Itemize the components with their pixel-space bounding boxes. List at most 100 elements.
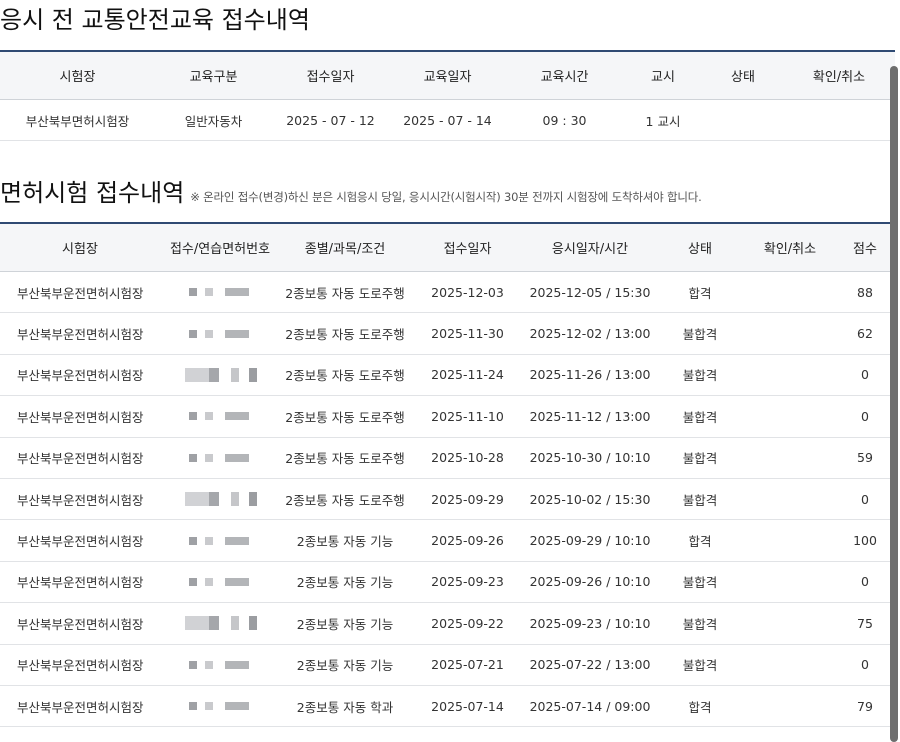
exam-section-title: 면허시험 접수내역 — [0, 179, 185, 207]
cell-status: 불합격 — [655, 354, 745, 397]
cell-score: 59 — [835, 437, 895, 479]
cell-venue: 부산북부운전면허시험장 — [0, 644, 160, 686]
column-header-apply-date: 접수일자 — [410, 222, 525, 272]
cell-confirm-cancel — [745, 312, 835, 355]
cell-exam-datetime: 2025-12-02 / 13:00 — [525, 312, 655, 355]
cell-exam-datetime: 2025-10-30 / 10:10 — [525, 437, 655, 479]
cell-apply-date: 2025-10-28 — [410, 437, 525, 479]
table-row: 부산북부운전면허시험장 2종보통 자동 기능 2025-09-23 2025-09-2… — [0, 561, 895, 604]
exam-table-body: 부산북부운전면허시험장 2종보통 자동 도로주행 2025-12-03 2025-12… — [0, 271, 895, 728]
cell-apply-date: 2025-11-30 — [410, 312, 525, 355]
cell-venue: 부산북부면허시험장 — [0, 99, 155, 141]
cell-status: 불합격 — [655, 437, 745, 479]
vertical-scrollbar[interactable] — [890, 66, 898, 742]
column-header-confirm-cancel: 확인/취소 — [783, 50, 895, 100]
cell-score: 62 — [835, 312, 895, 355]
cell-venue: 부산북부운전면허시험장 — [0, 561, 160, 604]
cell-confirm-cancel — [745, 602, 835, 645]
table-row: 부산북부운전면허시험장 2종보통 자동 기능 2025-09-26 2025-09-2… — [0, 519, 895, 562]
cell-score: 100 — [835, 519, 895, 562]
column-header-exam-datetime: 응시일자/시간 — [525, 222, 655, 272]
cell-confirm-cancel — [745, 354, 835, 397]
cell-apply-date: 2025-11-24 — [410, 354, 525, 397]
cell-category: 2종보통 자동 도로주행 — [280, 271, 410, 314]
column-header-edu-time: 교육시간 — [506, 50, 623, 100]
redacted-license-number — [179, 613, 261, 634]
cell-category: 2종보통 자동 기능 — [280, 644, 410, 686]
cell-status: 합격 — [655, 519, 745, 562]
redacted-license-number — [179, 654, 261, 675]
cell-confirm-cancel — [745, 395, 835, 438]
column-header-edu-type: 교육구분 — [155, 50, 272, 100]
cell-category: 2종보통 자동 도로주행 — [280, 354, 410, 397]
column-header-score: 점수 — [835, 222, 895, 272]
column-header-venue: 시험장 — [0, 222, 160, 272]
column-header-category: 종별/과목/조건 — [280, 222, 410, 272]
cell-score: 0 — [835, 644, 895, 686]
redacted-license-number — [179, 530, 261, 551]
cell-category: 2종보통 자동 기능 — [280, 602, 410, 645]
cell-venue: 부산북부운전면허시험장 — [0, 354, 160, 397]
cell-apply-date: 2025-09-26 — [410, 519, 525, 562]
cell-score: 0 — [835, 354, 895, 397]
column-header-edu-date: 교육일자 — [389, 50, 506, 100]
cell-confirm-cancel — [745, 437, 835, 479]
cell-confirm-cancel — [745, 519, 835, 562]
cell-venue: 부산북부운전면허시험장 — [0, 519, 160, 562]
cell-license-number — [160, 644, 280, 686]
cell-venue: 부산북부운전면허시험장 — [0, 685, 160, 728]
cell-exam-datetime: 2025-12-05 / 15:30 — [525, 271, 655, 314]
column-header-status: 상태 — [655, 222, 745, 272]
cell-license-number — [160, 685, 280, 728]
redacted-license-number — [179, 323, 261, 344]
cell-license-number — [160, 519, 280, 562]
table-row: 부산북부면허시험장 일반자동차 2025 - 07 - 12 2025 - 07 - … — [0, 99, 895, 141]
cell-exam-datetime: 2025-09-23 / 10:10 — [525, 602, 655, 645]
column-header-license-number: 접수/연습면허번호 — [160, 222, 280, 272]
cell-category: 2종보통 자동 기능 — [280, 519, 410, 562]
cell-category: 2종보통 자동 학과 — [280, 685, 410, 728]
cell-venue: 부산북부운전면허시험장 — [0, 312, 160, 355]
column-header-period: 교시 — [623, 50, 703, 100]
cell-confirm-cancel — [745, 644, 835, 686]
cell-category: 2종보통 자동 기능 — [280, 561, 410, 604]
exam-section-heading: 면허시험 접수내역 ※ 온라인 접수(변경)하신 분은 시험응시 당일, 응시시간… — [0, 181, 702, 205]
table-row: 부산북부운전면허시험장 2종보통 자동 기능 2025-07-21 2025-07-2… — [0, 644, 895, 686]
cell-apply-date: 2025-07-14 — [410, 685, 525, 728]
column-header-apply-date: 접수일자 — [272, 50, 389, 100]
cell-confirm-cancel — [745, 685, 835, 728]
redacted-license-number — [179, 696, 261, 717]
redacted-license-number — [179, 282, 261, 303]
cell-score: 79 — [835, 685, 895, 728]
education-table-header-row: 시험장 교육구분 접수일자 교육일자 교육시간 교시 상태 확인/취소 — [0, 50, 895, 100]
cell-venue: 부산북부운전면허시험장 — [0, 395, 160, 438]
cell-status: 합격 — [655, 685, 745, 728]
table-row: 부산북부운전면허시험장 2종보통 자동 도로주행 2025-12-03 2025-12… — [0, 271, 895, 314]
cell-period: 1 교시 — [623, 99, 703, 141]
cell-status: 불합격 — [655, 478, 745, 521]
exam-notice-text: ※ 온라인 접수(변경)하신 분은 시험응시 당일, 응시시간(시험시작) 30… — [190, 190, 702, 204]
cell-status: 불합격 — [655, 395, 745, 438]
cell-score: 0 — [835, 395, 895, 438]
cell-category: 2종보통 자동 도로주행 — [280, 395, 410, 438]
cell-license-number — [160, 561, 280, 604]
cell-score: 75 — [835, 602, 895, 645]
cell-exam-datetime: 2025-09-26 / 10:10 — [525, 561, 655, 604]
cell-venue: 부산북부운전면허시험장 — [0, 478, 160, 521]
education-table-body: 부산북부면허시험장 일반자동차 2025 - 07 - 12 2025 - 07 - … — [0, 99, 895, 141]
cell-license-number — [160, 437, 280, 479]
cell-confirm-cancel — [745, 478, 835, 521]
table-row: 부산북부운전면허시험장 2종보통 자동 학과 2025-07-14 2025-07-1… — [0, 685, 895, 728]
redacted-license-number — [179, 571, 261, 592]
cell-score: 0 — [835, 561, 895, 604]
cell-edu-time: 09 : 30 — [506, 99, 623, 141]
cell-status: 불합격 — [655, 644, 745, 686]
table-row: 부산북부운전면허시험장 2종보통 자동 도로주행 2025-09-29 2025-10… — [0, 478, 895, 521]
table-row: 부산북부운전면허시험장 2종보통 자동 도로주행 2025-11-30 2025-12… — [0, 312, 895, 355]
cell-apply-date: 2025-09-23 — [410, 561, 525, 604]
cell-exam-datetime: 2025-11-26 / 13:00 — [525, 354, 655, 397]
education-section-title: 응시 전 교통안전교육 접수내역 — [0, 6, 310, 34]
redacted-license-number — [179, 364, 261, 385]
cell-confirm-cancel — [745, 271, 835, 314]
redacted-license-number — [179, 447, 261, 468]
